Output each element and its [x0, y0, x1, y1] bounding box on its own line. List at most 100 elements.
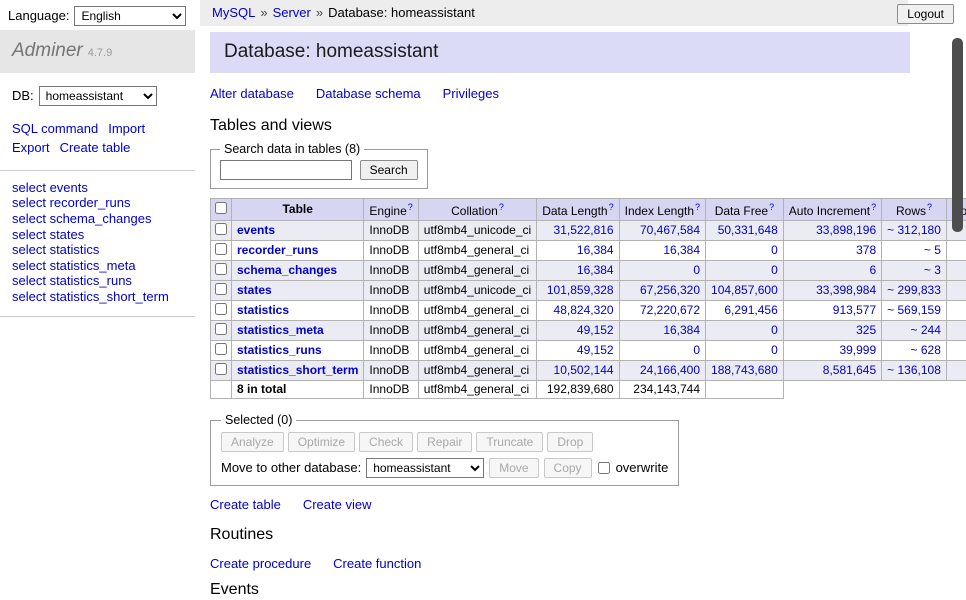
db-action-link[interactable]: Database schema: [316, 86, 421, 101]
auto-increment-cell[interactable]: 33,898,196: [783, 220, 881, 240]
overwrite-label[interactable]: overwrite: [616, 460, 669, 476]
rows-cell[interactable]: ~ 628: [882, 340, 947, 360]
db-action-link[interactable]: Privileges: [443, 86, 499, 101]
auto-increment-cell[interactable]: 39,999: [783, 340, 881, 360]
data-free-cell[interactable]: 0: [706, 240, 784, 260]
data-free-cell[interactable]: 0: [706, 320, 784, 340]
data-free-cell[interactable]: 0: [706, 260, 784, 280]
overwrite-checkbox[interactable]: [598, 462, 610, 474]
auto-increment-cell[interactable]: 6: [783, 260, 881, 280]
breadcrumb-link-server[interactable]: Server: [273, 5, 311, 21]
data-length-cell[interactable]: 16,384: [537, 240, 619, 260]
data-free-cell[interactable]: 104,857,600: [706, 280, 784, 300]
db-select[interactable]: homeassistant: [39, 86, 157, 106]
data-length-cell[interactable]: 49,152: [537, 320, 619, 340]
copy-button[interactable]: Copy: [544, 458, 592, 478]
row-checkbox[interactable]: [215, 263, 227, 275]
help-icon[interactable]: ?: [499, 202, 504, 212]
rows-cell[interactable]: ~ 5: [882, 240, 947, 260]
logout-button[interactable]: Logout: [897, 4, 954, 24]
language-select[interactable]: English: [74, 6, 186, 26]
scrollbar-thumb[interactable]: [952, 38, 963, 232]
sidebar-table-link[interactable]: select statistics_meta: [12, 258, 183, 274]
help-icon[interactable]: ?: [408, 202, 413, 212]
help-icon[interactable]: ?: [871, 202, 876, 212]
sidebar-link[interactable]: Export: [12, 138, 50, 158]
index-length-cell[interactable]: 67,256,320: [619, 280, 705, 300]
sidebar-table-link[interactable]: select statistics: [12, 242, 183, 258]
table-name-link[interactable]: states: [237, 283, 272, 297]
table-name-link[interactable]: events: [237, 223, 275, 237]
help-icon[interactable]: ?: [695, 202, 700, 212]
row-checkbox[interactable]: [215, 243, 227, 255]
data-length-cell[interactable]: 16,384: [537, 260, 619, 280]
auto-increment-cell[interactable]: 378: [783, 240, 881, 260]
data-length-cell[interactable]: 49,152: [537, 340, 619, 360]
check-button[interactable]: Check: [359, 432, 413, 452]
row-checkbox[interactable]: [215, 363, 227, 375]
sidebar-link[interactable]: Create table: [60, 138, 131, 158]
index-length-cell[interactable]: 24,166,400: [619, 360, 705, 380]
db-action-link[interactable]: Alter database: [210, 86, 294, 101]
select-all-checkbox[interactable]: [215, 202, 227, 214]
table-name-link[interactable]: statistics_short_term: [237, 363, 358, 377]
data-length-cell[interactable]: 10,502,144: [537, 360, 619, 380]
rows-cell[interactable]: ~ 3: [882, 260, 947, 280]
sidebar-table-link[interactable]: select schema_changes: [12, 211, 183, 227]
rows-cell[interactable]: ~ 136,108: [882, 360, 947, 380]
data-length-cell[interactable]: 31,522,816: [537, 220, 619, 240]
move-button[interactable]: Move: [489, 458, 538, 478]
routine-link[interactable]: Create procedure: [210, 556, 311, 571]
index-length-cell[interactable]: 70,467,584: [619, 220, 705, 240]
repair-button[interactable]: Repair: [417, 432, 472, 452]
sidebar-link[interactable]: SQL command: [12, 119, 98, 139]
index-length-cell[interactable]: 16,384: [619, 320, 705, 340]
rows-cell[interactable]: ~ 569,159: [882, 300, 947, 320]
sidebar-table-link[interactable]: select recorder_runs: [12, 195, 183, 211]
index-length-cell[interactable]: 16,384: [619, 240, 705, 260]
table-name-link[interactable]: statistics_runs: [237, 343, 322, 357]
truncate-button[interactable]: Truncate: [476, 432, 543, 452]
breadcrumb-link-mysql[interactable]: MySQL: [212, 5, 255, 21]
auto-increment-cell[interactable]: 33,398,984: [783, 280, 881, 300]
auto-increment-cell[interactable]: 325: [783, 320, 881, 340]
help-icon[interactable]: ?: [927, 202, 932, 212]
data-length-cell[interactable]: 48,824,320: [537, 300, 619, 320]
help-icon[interactable]: ?: [769, 202, 774, 212]
auto-increment-cell[interactable]: 913,577: [783, 300, 881, 320]
index-length-cell[interactable]: 72,220,672: [619, 300, 705, 320]
table-name-link[interactable]: recorder_runs: [237, 243, 318, 257]
optimize-button[interactable]: Optimize: [288, 432, 355, 452]
row-checkbox[interactable]: [215, 223, 227, 235]
auto-increment-cell[interactable]: 8,581,645: [783, 360, 881, 380]
sidebar-table-link[interactable]: select states: [12, 227, 183, 243]
row-checkbox[interactable]: [215, 343, 227, 355]
rows-cell[interactable]: ~ 312,180: [882, 220, 947, 240]
routine-link[interactable]: Create function: [333, 556, 421, 571]
table-name-link[interactable]: statistics_meta: [237, 323, 324, 337]
help-icon[interactable]: ?: [609, 202, 614, 212]
table-name-link[interactable]: schema_changes: [237, 263, 337, 277]
search-button[interactable]: Search: [360, 160, 418, 180]
index-length-cell[interactable]: 0: [619, 340, 705, 360]
data-free-cell[interactable]: 188,743,680: [706, 360, 784, 380]
rows-cell[interactable]: ~ 299,833: [882, 280, 947, 300]
search-input[interactable]: [220, 160, 352, 180]
sidebar-table-link[interactable]: select statistics_runs: [12, 273, 183, 289]
row-checkbox[interactable]: [215, 303, 227, 315]
data-free-cell[interactable]: 50,331,648: [706, 220, 784, 240]
move-db-select[interactable]: homeassistant: [366, 458, 484, 478]
index-length-cell[interactable]: 0: [619, 260, 705, 280]
sidebar-link[interactable]: Import: [108, 119, 145, 139]
data-free-cell[interactable]: 6,291,456: [706, 300, 784, 320]
sidebar-table-link[interactable]: select statistics_short_term: [12, 289, 183, 305]
create-link[interactable]: Create view: [303, 497, 372, 512]
create-link[interactable]: Create table: [210, 497, 281, 512]
drop-button[interactable]: Drop: [547, 432, 593, 452]
table-name-link[interactable]: statistics: [237, 303, 289, 317]
row-checkbox[interactable]: [215, 323, 227, 335]
sidebar-table-link[interactable]: select events: [12, 180, 183, 196]
rows-cell[interactable]: ~ 244: [882, 320, 947, 340]
analyze-button[interactable]: Analyze: [221, 432, 284, 452]
data-length-cell[interactable]: 101,859,328: [537, 280, 619, 300]
